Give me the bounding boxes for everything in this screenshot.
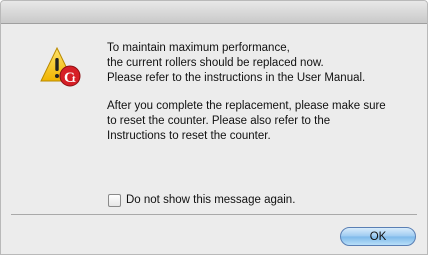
message-text: To maintain maximum performance, the cur… <box>107 41 419 144</box>
divider <box>11 214 417 215</box>
ok-button[interactable]: OK <box>340 227 416 246</box>
caution-app-icon: C t <box>39 45 85 91</box>
dont-show-again-checkbox[interactable] <box>108 193 121 207</box>
title-bar[interactable] <box>1 1 427 24</box>
message-paragraph-2: After you complete the replacement, plea… <box>107 100 386 142</box>
message-paragraph-1: To maintain maximum performance, the cur… <box>107 42 366 84</box>
roller-replacement-dialog: C t To maintain maximum performance, the… <box>0 0 428 255</box>
dont-show-again-label[interactable]: Do not show this message again. <box>126 194 295 206</box>
svg-text:t: t <box>72 73 76 85</box>
dont-show-again-row[interactable]: Do not show this message again. <box>108 193 295 207</box>
